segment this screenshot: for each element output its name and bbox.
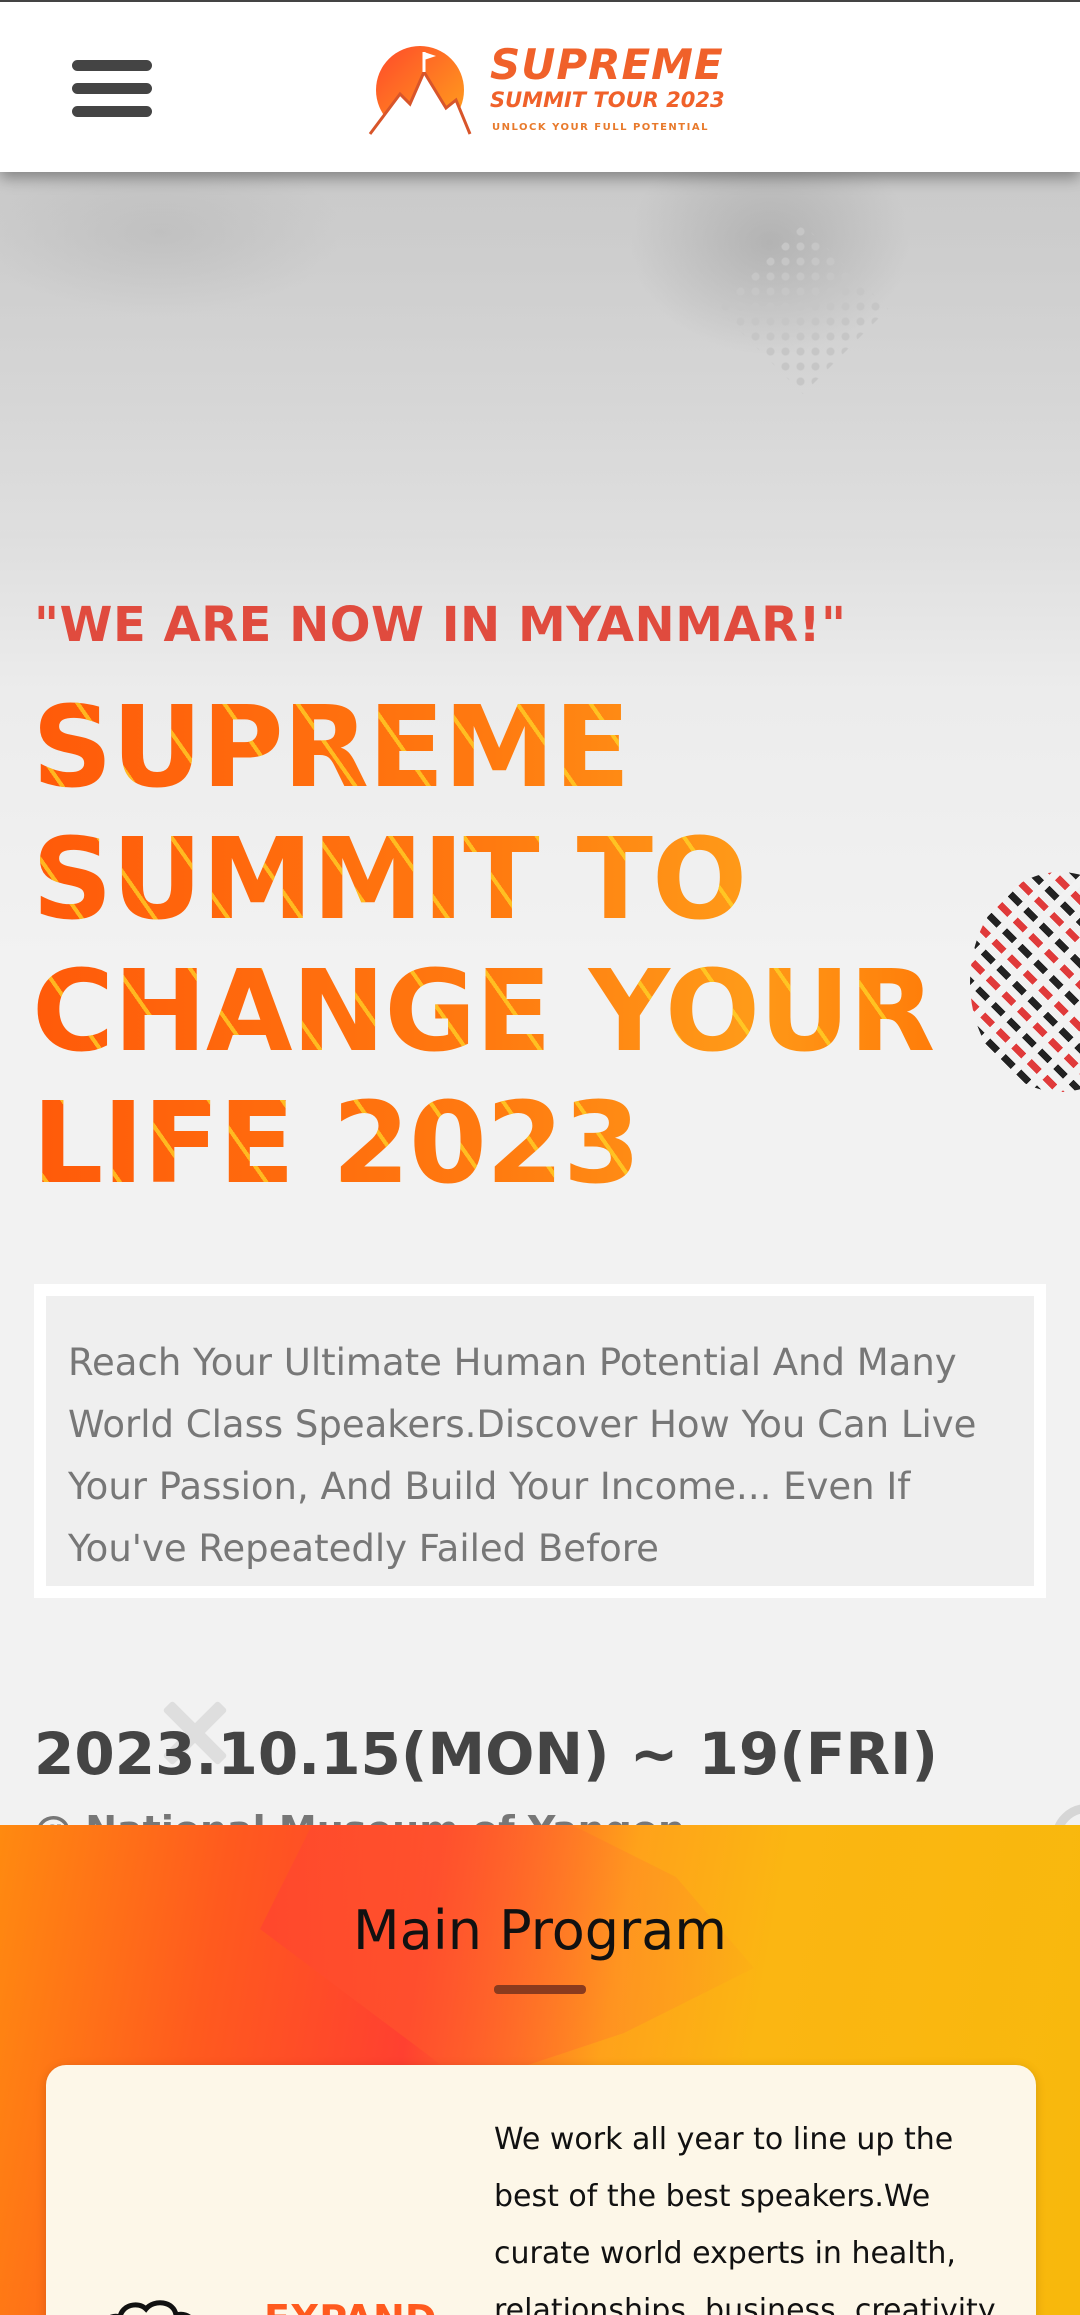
section-title: Main Program xyxy=(353,1899,727,1962)
program-card-text: We work all year to line up the best of … xyxy=(494,2122,996,2315)
event-venue: @ National Museum of Yangon xyxy=(34,1808,685,1825)
program-card[interactable]: EXPAND We work all year to line up the b… xyxy=(46,2065,1036,2315)
hero-kicker: "WE ARE NOW IN MYANMAR!" xyxy=(34,597,847,653)
program-card-label: EXPAND xyxy=(264,2297,436,2315)
mountain-sun-logo-icon xyxy=(368,46,472,135)
top-header: SUPREME SUMMIT TOUR 2023 UNLOCK YOUR FUL… xyxy=(0,0,1080,172)
logo-subtitle-text: SUMMIT TOUR 2023 xyxy=(490,88,725,112)
logo-brand-text: SUPREME xyxy=(490,40,724,89)
title-underline xyxy=(494,1985,586,1994)
event-date: 2023.10.15(MON) ~ 19(FRI) xyxy=(34,1720,939,1788)
hero-background-photo xyxy=(0,172,1080,532)
hero-section: "WE ARE NOW IN MYANMAR!" SUPREME SUMMIT … xyxy=(0,172,1080,1825)
hero-description-box: Reach Your Ultimate Human Potential And … xyxy=(34,1284,1046,1598)
main-program-section: Main Program EXPAND We work all year to … xyxy=(0,1825,1080,2315)
site-logo[interactable]: SUPREME SUMMIT TOUR 2023 UNLOCK YOUR FUL… xyxy=(360,40,730,140)
hamburger-menu-icon[interactable] xyxy=(72,60,152,118)
hero-description: Reach Your Ultimate Human Potential And … xyxy=(68,1341,977,1570)
hero-headline: SUPREME SUMMIT TO CHANGE YOUR LIFE 2023 xyxy=(32,682,1052,1210)
ring-decoration-icon xyxy=(1052,1804,1080,1825)
brain-icon xyxy=(110,2300,191,2315)
logo-tagline-text: UNLOCK YOUR FULL POTENTIAL xyxy=(492,122,709,133)
